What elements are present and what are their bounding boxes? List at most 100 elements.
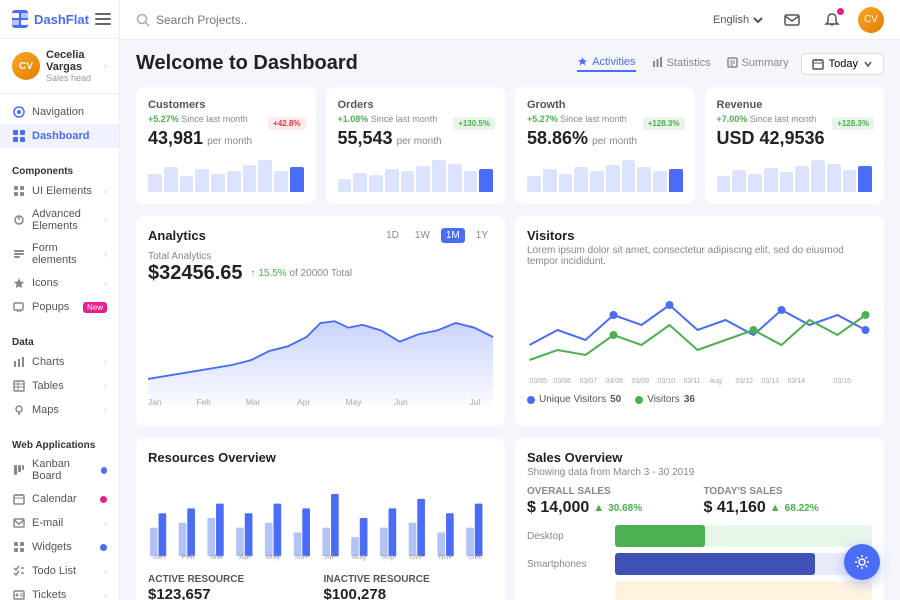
logo-icon [12,10,28,28]
tab-1d[interactable]: 1D [381,228,404,243]
sidebar-item-dashboard[interactable]: Dashboard [0,124,119,148]
chevron-right-icon: › [104,381,107,391]
language-select[interactable]: English [709,13,766,27]
activities-label: Activities [592,56,635,68]
summary-icon [727,57,738,68]
visitors-subtitle: Lorem ipsum dolor sit amet, consectetur … [527,245,872,267]
svg-text:03/10: 03/10 [658,378,676,385]
chevron-right-icon: › [104,249,107,259]
sidebar-item-form-elements[interactable]: Form elements › [0,237,119,271]
kpi-growth-chart [527,157,683,192]
sidebar-item-kanban[interactable]: Kanban Board [0,453,119,487]
search-icon [136,13,150,27]
chevron-right-icon: › [104,590,107,600]
user-profile[interactable]: CV Cecelia Vargas Sales head › [0,39,119,94]
tab-activities[interactable]: Activities [577,56,635,72]
unique-visitors-label: Unique Visitors [539,394,606,405]
chevron-right-icon: › [104,186,107,196]
data-section: Data Charts › Tables › Maps › [0,325,119,428]
sidebar-item-widgets[interactable]: Widgets [0,535,119,559]
components-header: Components [0,160,119,179]
analytics-title: Analytics [148,228,206,243]
kanban-icon [12,463,26,477]
analytics-amount: $32456.65 [148,262,243,285]
sidebar-item-popups[interactable]: Popups New [0,295,119,319]
svg-text:03/08: 03/08 [606,378,624,385]
tab-statistics[interactable]: Statistics [652,57,711,71]
chevron-right-icon: › [104,518,107,528]
svg-text:Dec: Dec [469,552,483,561]
svg-text:Aug: Aug [352,552,366,561]
sidebar-item-todo[interactable]: Todo List › [0,559,119,583]
kpi-customers: Customers +5.27% Since last month 43,981… [136,87,316,204]
active-resource-value: $123,657 [148,586,318,600]
inactive-resource: INACTIVE RESOURCE $100,278 Lorem ipsum d… [324,574,494,600]
widgets-icon [12,540,26,554]
sidebar-item-maps[interactable]: Maps › [0,398,119,422]
user-avatar-topbar[interactable]: CV [858,7,884,33]
settings-icon [854,554,870,570]
sales-card: Sales Overview Showing data from March 3… [515,438,884,600]
hamburger-button[interactable] [95,13,111,25]
date-button[interactable]: Today [801,53,884,75]
data-header: Data [0,331,119,350]
mid-row: Analytics 1D 1W 1M 1Y Total Analytics $3… [136,216,884,426]
advanced-label: Advanced Elements [32,208,98,232]
svg-text:Jan: Jan [153,552,165,561]
tab-summary[interactable]: Summary [727,57,789,71]
smartphones-bar-bg [615,553,872,575]
sidebar-item-tables[interactable]: Tables › [0,374,119,398]
user-info: Cecelia Vargas Sales head [46,49,98,83]
kpi-orders-unit: per month [397,136,442,147]
email-icon [12,516,26,530]
sidebar-item-tickets[interactable]: Tickets › [0,583,119,600]
user-name: Cecelia Vargas [46,49,98,73]
sales-figures: OVERALL SALES $ 14,000 ▲ 30.68% TODAY'S … [527,486,872,517]
sidebar-item-advanced-elements[interactable]: Advanced Elements › [0,203,119,237]
analytics-pct: ↑ 15.5% of 20000 Total [251,268,353,279]
active-resource: ACTIVE RESOURCE $123,657 Lorem ipsum dol… [148,574,318,600]
notification-button[interactable] [818,6,846,34]
visitors-legend: Unique Visitors 50 Visitors 36 [527,394,872,405]
tab-1w[interactable]: 1W [410,228,435,243]
kpi-orders-chart [338,157,494,192]
maps-label: Maps [32,404,59,416]
date-label: Today [829,58,858,70]
nav-section: Navigation Dashboard [0,94,119,154]
kpi-customers-value: 43,981 per month [148,128,304,149]
svg-text:03/06: 03/06 [554,378,572,385]
sidebar-item-icons[interactable]: Icons › [0,271,119,295]
tab-1m[interactable]: 1M [441,228,465,243]
sidebar-item-calendar[interactable]: Calendar [0,487,119,511]
fab-button[interactable] [844,544,880,580]
analytics-total: Total Analytics $32456.65 ↑ 15.5% of 200… [148,251,493,285]
tab-1y[interactable]: 1Y [471,228,493,243]
sidebar-item-ui-elements[interactable]: UI Elements › [0,179,119,203]
page-tabs: Activities Statistics Summary [577,56,788,72]
tables-label: Tables [32,380,64,392]
mail-button[interactable] [778,6,806,34]
svg-text:Jun: Jun [295,552,307,561]
today-sales: TODAY'S SALES $ 41,160 ▲ 68.22% [704,486,873,517]
unique-visitors-count: 50 [610,394,621,405]
topbar-right: English CV [709,6,884,34]
sales-date: Showing data from March 3 - 30 2019 [527,467,872,478]
webapp-section: Web Applications Kanban Board Calendar E… [0,428,119,600]
charts-label: Charts [32,356,64,368]
kpi-growth-value: 58.86% per month [527,128,683,149]
sidebar-item-charts[interactable]: Charts › [0,350,119,374]
search-input[interactable] [156,13,336,27]
svg-text:03/09: 03/09 [632,378,650,385]
svg-text:Aug: Aug [710,378,723,385]
svg-text:Jul: Jul [323,552,333,561]
kpi-growth: Growth +5.27% Since last month 58.86% pe… [515,87,695,204]
sidebar-item-navigation[interactable]: Navigation [0,100,119,124]
sidebar-item-email[interactable]: E-mail › [0,511,119,535]
svg-text:Feb: Feb [182,552,195,561]
search-box[interactable] [136,13,699,27]
svg-text:May: May [266,552,281,561]
widgets-dot [100,544,107,551]
kpi-customers-label: Customers [148,99,304,111]
dashboard-icon [12,129,26,143]
svg-text:03/05: 03/05 [530,378,548,385]
